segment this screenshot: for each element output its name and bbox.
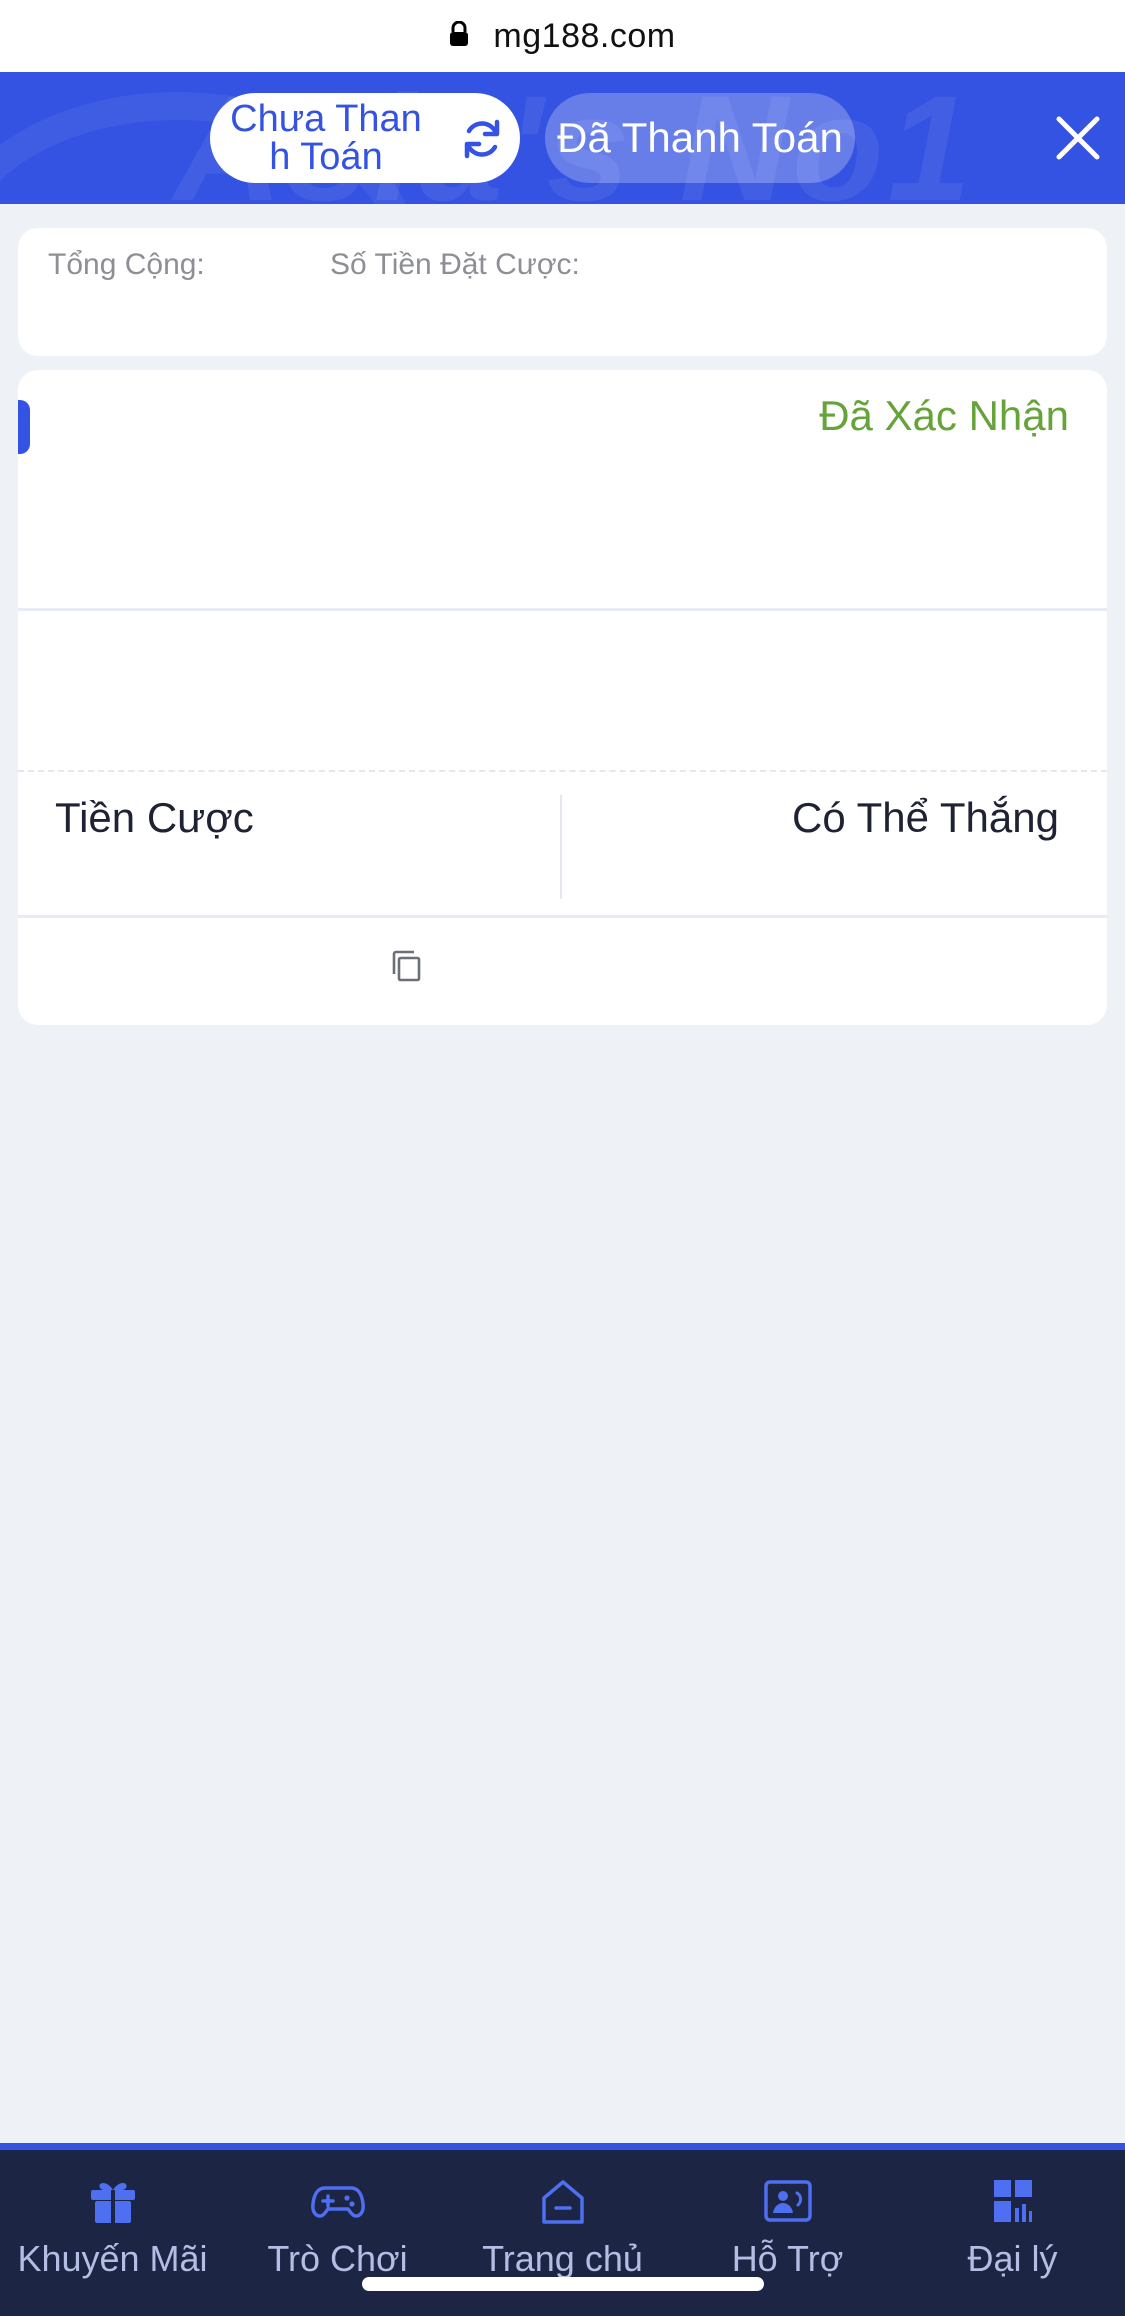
nav-top-border [0,2143,1125,2150]
divider [18,915,1107,918]
gamepad-icon [310,2186,365,2218]
browser-url-bar[interactable]: mg188.com [0,0,1125,72]
dashed-divider [18,770,1107,772]
bet-history-header: Asia's No1 Chưa Thanh Toán Đã Thanh Toán [0,72,1125,204]
nav-item-promotions[interactable]: Khuyến Mãi [0,2150,225,2316]
close-icon[interactable] [1055,115,1101,161]
agent-icon [993,2180,1032,2222]
home-icon [541,2180,584,2224]
bet-card[interactable]: Đã Xác Nhận Tiền Cược Có Thể Thắng [18,370,1107,1025]
nav-label-home: Trang chủ [482,2238,643,2279]
nav-item-home[interactable]: Trang chủ [450,2150,675,2316]
stake-amount-label: Số Tiền Đặt Cược: [330,248,580,281]
nav-label-support: Hỗ Trợ [731,2238,844,2279]
tab-paid[interactable]: Đã Thanh Toán [545,93,855,183]
support-icon [763,2180,812,2222]
gift-icon [90,2183,135,2223]
nav-item-agent[interactable]: Đại lý [900,2150,1125,2316]
home-indicator[interactable] [362,2277,764,2291]
nav-label-games: Trò Chơi [267,2238,408,2279]
lock-icon [450,21,469,46]
tab-unpaid[interactable]: Chưa Thanh Toán [210,93,520,183]
vertical-divider [560,795,562,899]
url-text: mg188.com [493,16,676,55]
bottom-navigation: Khuyến Mãi Trò Chơi Trang chủ Hỗ Trợ Đại… [0,2150,1125,2316]
total-label: Tổng Cộng: [48,248,205,281]
nav-label-promotions: Khuyến Mãi [17,2238,208,2279]
divider [18,608,1107,611]
refresh-icon[interactable] [458,115,506,163]
nav-item-games[interactable]: Trò Chơi [225,2150,450,2316]
summary-card: Tổng Cộng: Số Tiền Đặt Cược: [18,228,1107,356]
tab-unpaid-label: Chưa Thanh Toán [230,98,422,178]
bet-card-marker [18,400,30,454]
bet-status: Đã Xác Nhận [819,392,1069,439]
potential-win-label: Có Thể Thắng [792,794,1059,841]
stake-label: Tiền Cược [55,794,254,841]
nav-item-support[interactable]: Hỗ Trợ [675,2150,900,2316]
copy-icon[interactable] [388,948,424,984]
tab-paid-label: Đã Thanh Toán [557,114,843,161]
nav-label-agent: Đại lý [967,2238,1058,2279]
